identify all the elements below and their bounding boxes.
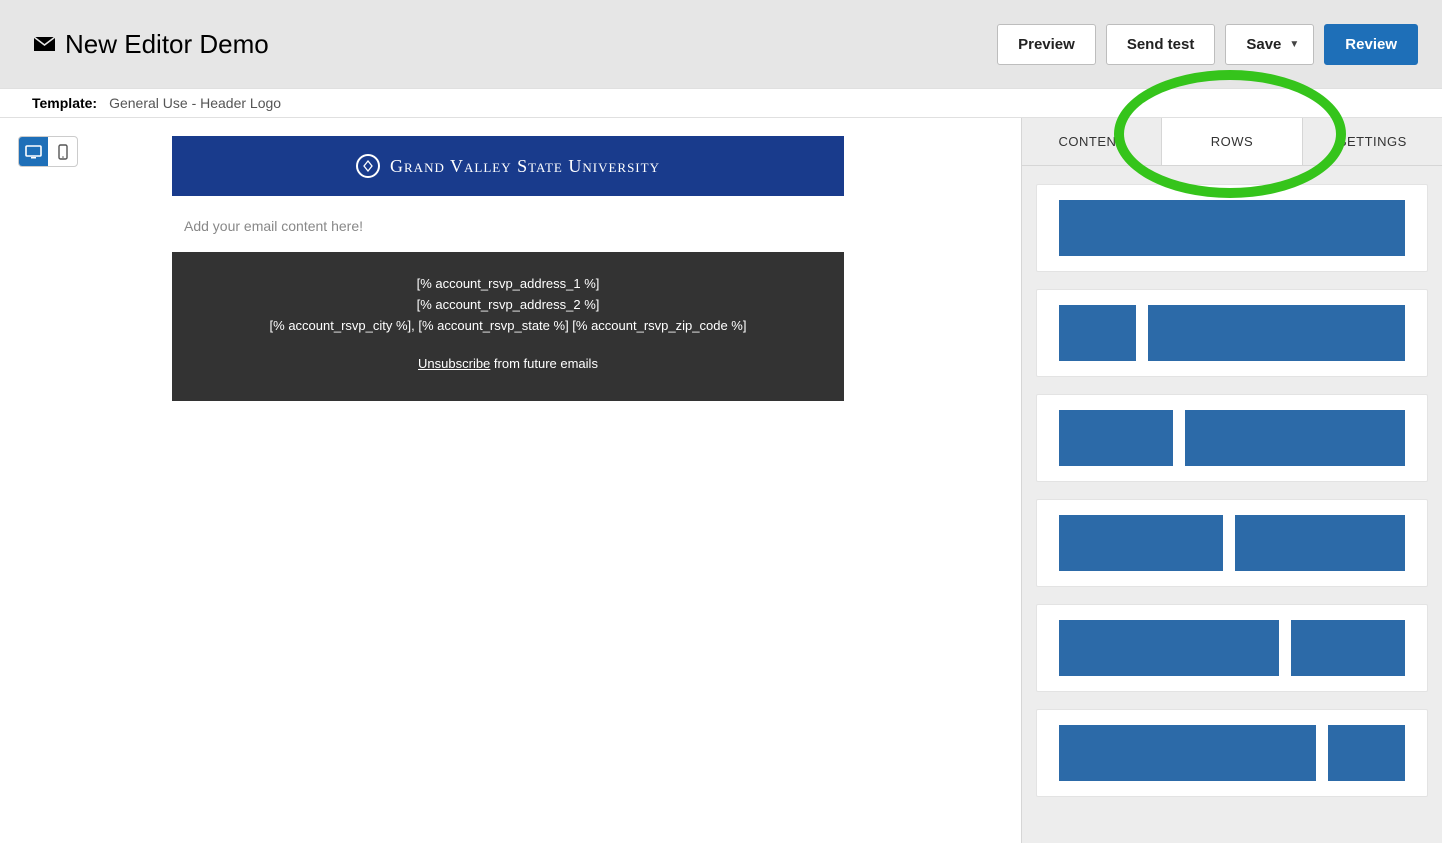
preview-button[interactable]: Preview [997,24,1096,65]
row-layout-col [1148,305,1405,361]
email-footer-block[interactable]: [% account_rsvp_address_1 %] [% account_… [172,252,844,401]
template-label: Template: [32,95,97,111]
row-layout-col [1059,620,1279,676]
row-layout-4[interactable] [1036,604,1428,692]
row-layout-col [1185,410,1405,466]
row-layout-2[interactable] [1036,394,1428,482]
page-title: New Editor Demo [65,29,269,60]
send-test-button[interactable]: Send test [1106,24,1216,65]
main-area: Grand Valley State University Add your e… [0,118,1442,843]
review-button[interactable]: Review [1324,24,1418,65]
unsubscribe-row: Unsubscribe from future emails [184,354,832,375]
row-layout-col [1059,410,1173,466]
template-value: General Use - Header Logo [109,95,281,111]
footer-line-1: [% account_rsvp_address_1 %] [184,274,832,295]
top-buttons: Preview Send test Save ▼ Review [997,24,1418,65]
chevron-down-icon: ▼ [1289,39,1299,50]
row-layout-5[interactable] [1036,709,1428,797]
row-layout-col [1328,725,1405,781]
gvsu-seal-icon [356,154,380,178]
mobile-view-button[interactable] [48,137,77,166]
save-button[interactable]: Save ▼ [1225,24,1314,65]
email-content-placeholder[interactable]: Add your email content here! [172,196,844,252]
footer-line-3: [% account_rsvp_city %], [% account_rsvp… [184,316,832,337]
footer-line-2: [% account_rsvp_address_2 %] [184,295,832,316]
row-layout-col [1291,620,1405,676]
envelope-icon [34,37,55,51]
email-header-block[interactable]: Grand Valley State University [172,136,844,196]
row-layout-col [1059,515,1223,571]
row-layout-col [1059,725,1316,781]
device-toggle [18,136,78,167]
brand-text: Grand Valley State University [390,156,660,177]
row-layout-col [1059,200,1405,256]
row-layout-0[interactable] [1036,184,1428,272]
template-row: Template: General Use - Header Logo [0,88,1442,118]
unsubscribe-rest: from future emails [490,356,598,371]
email-body[interactable]: Grand Valley State University Add your e… [172,136,844,401]
rows-list [1022,166,1442,817]
tab-settings[interactable]: SETTINGS [1303,118,1442,165]
save-label: Save [1246,36,1281,53]
title-wrap: New Editor Demo [34,29,269,60]
desktop-view-button[interactable] [19,137,48,166]
tab-rows[interactable]: ROWS [1162,118,1302,165]
row-layout-col [1235,515,1405,571]
top-bar: New Editor Demo Preview Send test Save ▼… [0,0,1442,88]
unsubscribe-link[interactable]: Unsubscribe [418,356,490,371]
tab-content[interactable]: CONTENT [1022,118,1162,165]
row-layout-3[interactable] [1036,499,1428,587]
canvas-area: Grand Valley State University Add your e… [0,118,1021,843]
row-layout-col [1059,305,1136,361]
right-panel: CONTENT ROWS SETTINGS [1021,118,1442,843]
panel-tabs: CONTENT ROWS SETTINGS [1022,118,1442,166]
row-layout-1[interactable] [1036,289,1428,377]
